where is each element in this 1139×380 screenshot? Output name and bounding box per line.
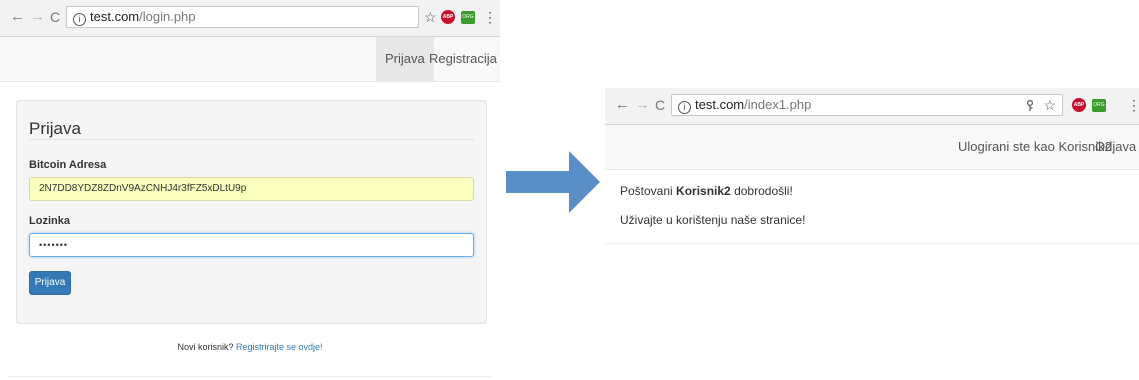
extension-icon[interactable]: ORG	[461, 11, 475, 24]
title-divider	[29, 139, 474, 140]
new-user-text: Novi korisnik?	[177, 342, 234, 352]
browser-toolbar: ← → C i test.com/index1.php ☆ ABP ORG ⋮	[605, 88, 1139, 125]
key-icon[interactable]	[1026, 100, 1034, 111]
forward-icon[interactable]: →	[30, 8, 45, 26]
url-host: test.com	[90, 9, 140, 24]
footer-divider	[8, 376, 492, 377]
reload-icon[interactable]: C	[655, 96, 665, 114]
welcome-message: Uživajte u korištenju naše stranice!	[620, 213, 806, 227]
back-icon[interactable]: ←	[10, 8, 25, 26]
address-label: Bitcoin Adresa	[29, 159, 107, 171]
extension-icon[interactable]: ORG	[1092, 99, 1106, 112]
login-panel: Prijava Bitcoin Adresa 2N7DD8YDZ8ZDnV9Az…	[16, 100, 487, 324]
nav-logout[interactable]: Odjava	[1086, 125, 1139, 169]
site-navbar: Prijava Registracija	[0, 37, 500, 82]
register-link[interactable]: Registrirajte se ovdje!	[236, 342, 323, 352]
address-bar[interactable]: i test.com/login.php	[66, 6, 419, 28]
browser-toolbar: ← → C i test.com/login.php ☆ ABP ORG ⋮	[0, 0, 500, 37]
home-browser-window: ← → C i test.com/index1.php ☆ ABP ORG ⋮ U…	[605, 88, 1139, 248]
password-input[interactable]: •••••••	[29, 233, 474, 257]
bitcoin-address-input[interactable]: 2N7DD8YDZ8ZDnV9AzCNHJ4r3fFZ5xDLtU9p	[29, 177, 474, 201]
arrow-right-icon	[506, 151, 600, 213]
password-label: Lozinka	[29, 215, 70, 227]
forward-icon[interactable]: →	[635, 96, 650, 114]
star-icon[interactable]: ☆	[1043, 95, 1056, 115]
info-icon[interactable]: i	[678, 101, 691, 114]
info-icon[interactable]: i	[73, 13, 86, 26]
content-divider	[605, 243, 1139, 244]
login-browser-window: ← → C i test.com/login.php ☆ ABP ORG ⋮ Pr…	[0, 0, 500, 380]
panel-title: Prijava	[29, 119, 81, 138]
back-icon[interactable]: ←	[615, 96, 630, 114]
greeting-prefix: Poštovani	[620, 184, 673, 198]
register-footer: Novi korisnik? Registrirajte se ovdje!	[0, 342, 500, 352]
greeting: Poštovani Korisnik2 dobrodošli!	[620, 184, 793, 198]
menu-icon[interactable]: ⋮	[1127, 97, 1139, 113]
address-bar[interactable]: i test.com/index1.php ☆	[671, 94, 1063, 116]
greeting-suffix: dobrodošli!	[734, 184, 793, 198]
url-host: test.com	[695, 97, 745, 112]
reload-icon[interactable]: C	[50, 8, 60, 26]
greeting-username: Korisnik2	[676, 184, 731, 198]
site-navbar: Ulogirani ste kao Korisnik2 Odjava	[605, 125, 1139, 170]
star-icon[interactable]: ☆	[424, 9, 437, 25]
url-path: /login.php	[139, 9, 196, 24]
adblock-icon[interactable]: ABP	[441, 10, 455, 24]
login-button[interactable]: Prijava	[29, 271, 71, 295]
nav-register[interactable]: Registracija	[420, 37, 500, 81]
url-path: /index1.php	[744, 97, 812, 112]
menu-icon[interactable]: ⋮	[483, 9, 497, 25]
adblock-icon[interactable]: ABP	[1072, 98, 1086, 112]
